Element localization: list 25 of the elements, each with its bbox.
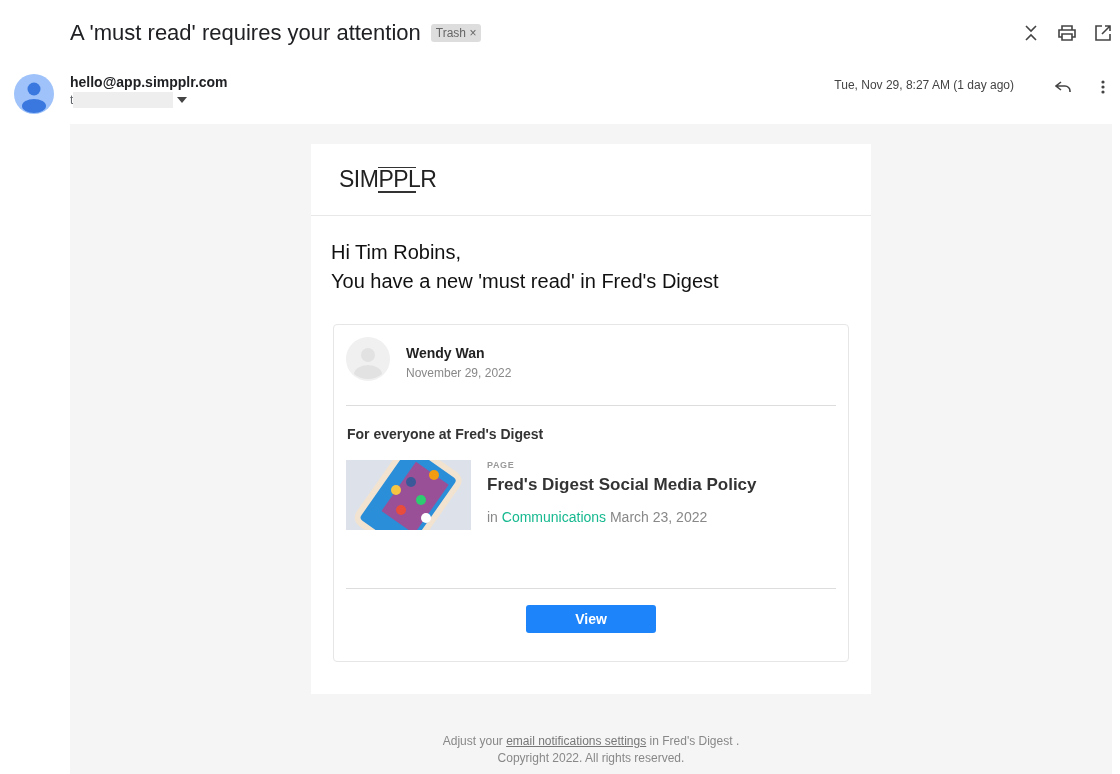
logo: SIMPPLR — [339, 166, 437, 193]
post-date: November 29, 2022 — [406, 366, 512, 380]
caret-icon[interactable] — [177, 97, 188, 103]
item-meta: in Communications March 23, 2022 — [487, 509, 709, 525]
author-name: Wendy Wan — [406, 345, 486, 361]
avatar-icon — [14, 74, 54, 114]
sender-email: hello@app.simpplr.com — [70, 74, 228, 90]
print-icon[interactable] — [1058, 24, 1076, 42]
copyright-text: Copyright 2022. All rights reserved. — [497, 751, 685, 765]
greeting: Hi Tim Robins, — [331, 240, 463, 265]
category-link[interactable]: Communications — [501, 509, 607, 525]
settings-link[interactable]: email notifications settings — [506, 734, 647, 748]
trash-label[interactable]: Trash × — [430, 24, 482, 42]
headline: You have a new 'must read' in Fred's Digest — [331, 269, 720, 294]
item-type: PAGE — [487, 460, 516, 470]
avatar-icon — [346, 337, 390, 381]
audience-heading: For everyone at Fred's Digest — [346, 425, 545, 444]
item-title: Fred's Digest Social Media Policy — [487, 475, 757, 495]
collapse-icon[interactable] — [1022, 24, 1040, 42]
recipient-text: t — [70, 93, 74, 107]
view-button[interactable]: View — [526, 605, 656, 633]
email-subject: A 'must read' requires your attention — [70, 20, 421, 46]
email-date: Tue, Nov 29, 8:27 AM (1 day ago) — [834, 78, 1014, 92]
footer-text: Adjust your email notifications settings in Fred's Digest . — [442, 734, 740, 748]
open-new-window-icon[interactable] — [1094, 24, 1112, 42]
